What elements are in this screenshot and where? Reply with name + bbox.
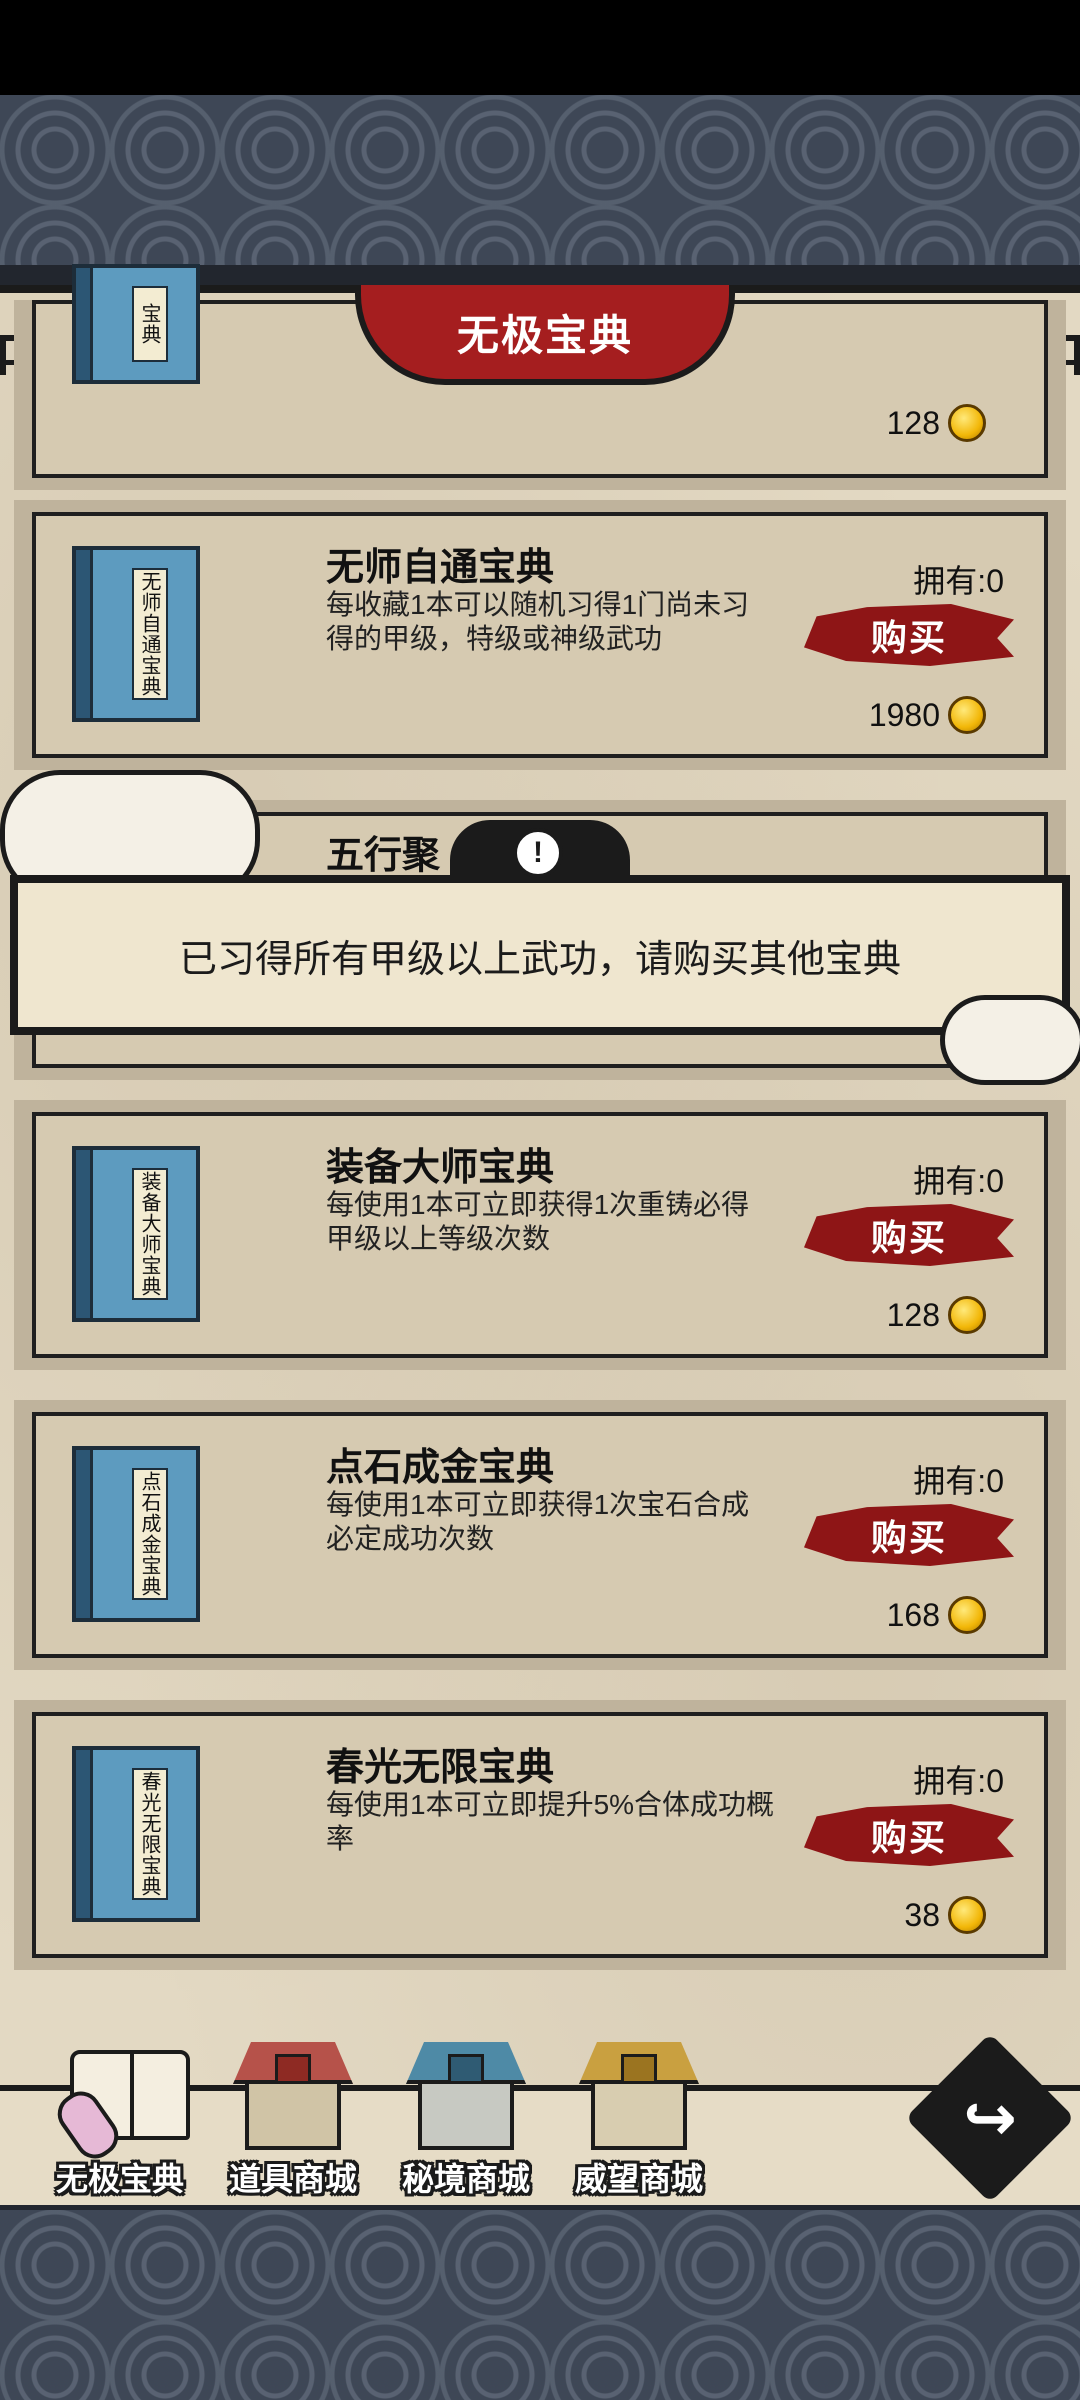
book-icon: 装备大师宝典	[72, 1146, 200, 1322]
price: 128	[887, 404, 986, 442]
status-bar	[0, 0, 1080, 95]
owned-count: 拥有:0	[913, 1463, 1004, 1499]
tab-mijing-shop[interactable]: 秘境商城	[391, 2030, 541, 2205]
toast-message: 已习得所有甲级以上武功，请购买其他宝典	[10, 875, 1070, 1035]
book-icon: 点石成金宝典	[72, 1446, 200, 1622]
owned-count: 拥有:0	[913, 563, 1004, 599]
owned-count: 拥有:0	[913, 1163, 1004, 1199]
item-description: 每使用1本可立即获得1次重铸必得甲级以上等级次数	[326, 1189, 750, 1254]
owned-count: 拥有:0	[913, 1763, 1004, 1799]
swirl-pattern-bottom	[0, 2210, 1080, 2400]
card-frame: 无师自通宝典 无师自通宝典 每收藏1本可以随机习得1门尚未习得的甲级，特级或神级…	[32, 512, 1048, 758]
shop-gold-icon	[579, 2030, 699, 2150]
buy-button[interactable]: 购买	[804, 1204, 1014, 1266]
tab-label: 威望商城	[574, 2161, 703, 2197]
price: 38	[904, 1896, 986, 1934]
price-value: 128	[886, 1296, 940, 1333]
book-label: 装备大师宝典	[132, 1168, 168, 1300]
buy-button[interactable]: 购买	[804, 1504, 1014, 1566]
item-title: 点石成金宝典	[326, 1447, 555, 1489]
alert-icon: !	[513, 828, 563, 878]
shop-blue-icon	[406, 2030, 526, 2150]
item-title: 春光无限宝典	[326, 1747, 555, 1789]
price-value: 128	[886, 404, 940, 441]
gold-coin-icon	[948, 1896, 986, 1934]
gold-coin-icon	[948, 1296, 986, 1334]
item-title: 无师自通宝典	[326, 547, 555, 589]
tab-daoju-shop[interactable]: 道具商城	[218, 2030, 368, 2205]
book-label: 点石成金宝典	[132, 1468, 168, 1600]
item-description: 每收藏1本可以随机习得1门尚未习得的甲级，特级或神级武功	[326, 589, 750, 654]
item-card-4: 点石成金宝典 点石成金宝典 每使用1本可立即获得1次宝石合成必定成功次数 拥有:…	[14, 1400, 1066, 1670]
price-value: 168	[886, 1596, 940, 1633]
swirl-pattern-top	[0, 95, 1080, 285]
gold-coin-icon	[948, 1596, 986, 1634]
book-icon: 春光无限宝典	[72, 1746, 200, 1922]
book-label: 春光无限宝典	[132, 1768, 168, 1900]
price: 1980	[869, 696, 986, 734]
shop-sign	[275, 2054, 311, 2084]
buy-button[interactable]: 购买	[804, 604, 1014, 666]
gold-coin-icon	[948, 696, 986, 734]
tab-label: 秘境商城	[401, 2161, 530, 2197]
card-frame: 点石成金宝典 点石成金宝典 每使用1本可立即获得1次宝石合成必定成功次数 拥有:…	[32, 1412, 1048, 1658]
price-value: 1980	[868, 696, 940, 733]
shop-body	[245, 2080, 341, 2150]
item-description: 每使用1本可立即获得1次宝石合成必定成功次数	[326, 1489, 750, 1554]
book-icon: 无师自通宝典	[72, 546, 200, 722]
book-label: 无师自通宝典	[132, 568, 168, 700]
item-title: 五行聚	[326, 835, 441, 877]
price: 128	[887, 1296, 986, 1334]
shop-red-icon	[233, 2030, 353, 2150]
price-value: 38	[904, 1896, 940, 1933]
tab-wuji-baodian[interactable]: 无极宝典	[45, 2030, 195, 2205]
tab-label: 无极宝典	[55, 2161, 184, 2197]
book-label: 宝典	[132, 286, 168, 362]
item-description: 每使用1本可立即提升5%合体成功概率	[326, 1789, 775, 1854]
return-arrow-icon[interactable]: ↪	[950, 2078, 1030, 2158]
tab-weiwang-shop[interactable]: 威望商城	[564, 2030, 714, 2205]
item-card-3: 装备大师宝典 装备大师宝典 每使用1本可立即获得1次重铸必得甲级以上等级次数 拥…	[14, 1100, 1066, 1370]
shop-sign	[621, 2054, 657, 2084]
book-icon: 宝典	[72, 264, 200, 384]
tab-label: 道具商城	[228, 2161, 357, 2197]
shop-body	[591, 2080, 687, 2150]
page-title: 无极宝典	[355, 285, 735, 385]
cloud-decoration-right	[940, 995, 1080, 1085]
buy-button[interactable]: 购买	[804, 1804, 1014, 1866]
card-frame: 装备大师宝典 装备大师宝典 每使用1本可立即获得1次重铸必得甲级以上等级次数 拥…	[32, 1112, 1048, 1358]
card-frame: 春光无限宝典 春光无限宝典 每使用1本可立即提升5%合体成功概率 拥有:0 购买…	[32, 1712, 1048, 1958]
shop-body	[418, 2080, 514, 2150]
open-book-icon	[49, 2030, 190, 2167]
item-title: 装备大师宝典	[326, 1147, 555, 1189]
shop-sign	[448, 2054, 484, 2084]
gold-coin-icon	[948, 404, 986, 442]
price: 168	[887, 1596, 986, 1634]
item-card-1: 无师自通宝典 无师自通宝典 每收藏1本可以随机习得1门尚未习得的甲级，特级或神级…	[14, 500, 1066, 770]
item-card-5: 春光无限宝典 春光无限宝典 每使用1本可立即提升5%合体成功概率 拥有:0 购买…	[14, 1700, 1066, 1970]
